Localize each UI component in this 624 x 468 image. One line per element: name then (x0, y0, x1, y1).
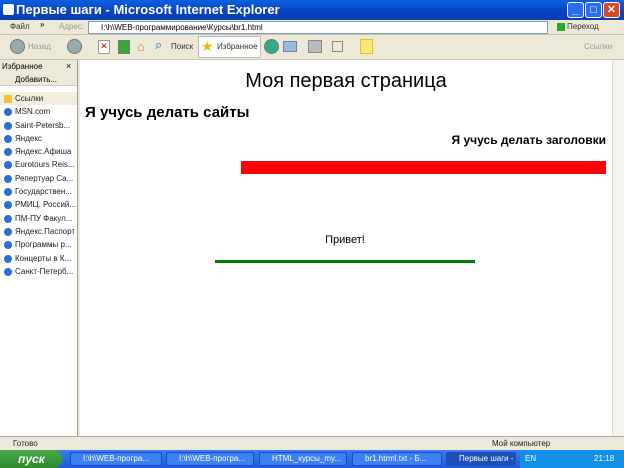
ie-icon (3, 4, 14, 15)
links-button[interactable]: Ссылки (584, 40, 612, 54)
messenger-icon[interactable] (360, 39, 373, 54)
sidebar-item[interactable]: Яндекс.Афиша (0, 145, 77, 158)
sidebar-item[interactable]: Концерты в К... (0, 252, 77, 265)
address-input[interactable]: I:\h\WEB-программирование\Курсы\br1.html (88, 21, 548, 34)
back-arrow-icon[interactable] (10, 39, 25, 54)
refresh-icon[interactable] (118, 40, 130, 54)
greeting-text: Привет! (325, 234, 365, 246)
menu-more[interactable]: » (40, 20, 44, 29)
home-icon[interactable]: ⌂ (137, 39, 145, 54)
star-icon: ★ (201, 38, 214, 54)
status-bar: Готово Мой компьютер (0, 436, 624, 450)
sidebar-item[interactable]: Eurotours Reis... (0, 158, 77, 171)
sidebar-item[interactable]: Репертуар Са... (0, 172, 77, 185)
sidebar-item[interactable]: Saint-Petersb... (0, 119, 77, 132)
sidebar-item[interactable]: РМИЦ. Россий... (0, 198, 77, 211)
page-content: Моя первая страница Я учусь делать сайты… (80, 60, 612, 436)
print-icon[interactable] (308, 40, 322, 53)
sidebar-item[interactable]: Ссылки (0, 92, 77, 106)
add-favorite-button[interactable]: Добавить... (0, 73, 77, 86)
search-icon[interactable]: ⌕ (155, 37, 162, 53)
toolbar: Назад ✕ ⌂ ⌕ Поиск ★ Избранное Ссылки (0, 35, 624, 60)
go-button[interactable]: Переход (567, 22, 599, 31)
heading-3: Я учусь делать заголовки (451, 133, 606, 147)
vertical-scrollbar[interactable] (612, 60, 624, 436)
taskbar-item[interactable]: HTML_курсы_my... (259, 452, 347, 466)
taskbar-item[interactable]: I:\h\WEB-програ... (166, 452, 254, 466)
favorites-sidebar: Избранное Добавить... Ссылки MSN.com Sai… (0, 60, 78, 436)
sidebar-item[interactable]: Государствен... (0, 185, 77, 198)
close-button[interactable]: ✕ (603, 2, 620, 18)
sidebar-item[interactable]: Программы р... (0, 238, 77, 251)
system-tray: EN 21:18 (520, 450, 624, 468)
taskbar-item[interactable]: I:\h\WEB-програ... (70, 452, 162, 466)
sidebar-item[interactable]: Санкт-Петерб... (0, 265, 77, 278)
forward-arrow-icon[interactable] (67, 39, 82, 54)
search-button[interactable]: Поиск (171, 40, 193, 54)
menu-file[interactable]: Файл (10, 22, 30, 31)
green-line (215, 260, 475, 263)
sidebar-item[interactable]: MSN.com (0, 105, 77, 118)
language-indicator[interactable]: EN (525, 450, 536, 468)
taskbar-item[interactable]: br1.htrml.txt - Б... (352, 452, 442, 466)
address-label: Адрес: (59, 22, 85, 31)
clock: 21:18 (594, 454, 615, 463)
minimize-button[interactable]: _ (567, 2, 584, 18)
window-title: Первые шаги - Microsoft Internet Explore… (16, 2, 280, 17)
mail-icon[interactable] (283, 41, 297, 52)
sidebar-item[interactable]: Яндекс.Паспорт (0, 225, 77, 238)
heading-2: Я учусь делать сайты (85, 104, 250, 121)
taskbar: пуск I:\h\WEB-програ... I:\h\WEB-програ.… (0, 450, 624, 468)
start-button[interactable]: пуск (0, 450, 62, 468)
taskbar-item-active[interactable]: Первые шаги - ... (446, 452, 516, 466)
history-icon[interactable] (264, 39, 279, 54)
title-bar: Первые шаги - Microsoft Internet Explore… (0, 0, 624, 20)
sidebar-item[interactable]: Яндекс (0, 132, 77, 145)
red-bar (241, 161, 606, 174)
status-text: Готово (13, 439, 38, 448)
edit-icon[interactable] (332, 41, 343, 52)
maximize-button[interactable]: □ (585, 2, 602, 18)
favorites-label: Избранное (217, 42, 258, 51)
zone-text: Мой компьютер (492, 439, 551, 448)
heading-1: Моя первая страница (245, 70, 447, 92)
back-button[interactable]: Назад (28, 40, 51, 54)
stop-icon[interactable]: ✕ (98, 40, 110, 54)
sidebar-item[interactable]: ПМ-ПУ Факул... (0, 212, 77, 225)
close-sidebar-icon[interactable]: × (66, 61, 71, 71)
go-arrow-icon[interactable] (557, 23, 565, 31)
